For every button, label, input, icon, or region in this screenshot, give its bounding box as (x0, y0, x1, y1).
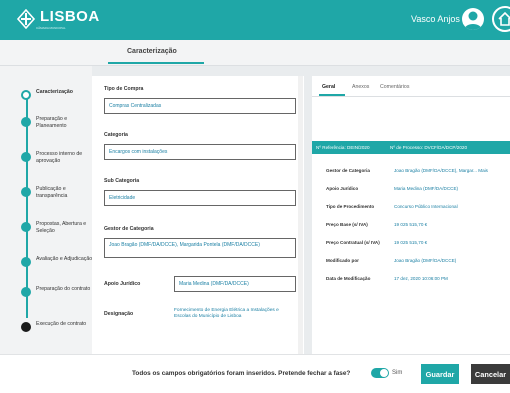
step-label: Processo interno de aprovação (36, 151, 83, 164)
step-label: Publicação e transparência (36, 186, 68, 199)
info-value: Concurso Público Internacional (394, 204, 458, 209)
categoria-label: Categoria (104, 132, 128, 138)
step-label: Avaliação e Adjudicação (36, 256, 93, 262)
phase-stepper: Caracterização Preparação e Planeamento … (0, 66, 92, 366)
gestor-field[interactable]: Joao Bragão (DMF/DA/DCCE), Margarida Pon… (104, 238, 296, 258)
step-label: Preparação do contrato (36, 286, 91, 292)
tab-anexos[interactable]: Anexos (352, 84, 369, 90)
step-label: Propostas, Abertura e Seleção (36, 221, 87, 234)
step-dot (21, 287, 31, 297)
tab-comentarios[interactable]: Comentários (380, 84, 409, 90)
step-dot (21, 152, 31, 162)
toggle-label: Sim (392, 370, 403, 376)
step-dot (21, 222, 31, 232)
apoio-juridico-label: Apoio Jurídico (104, 281, 141, 287)
step-label: Caracterização (36, 89, 73, 95)
info-value[interactable]: Joao Bragão (DMF/DA/DCCE), Margar... Mai… (394, 168, 488, 173)
info-row-apoio: Apoio Jurídico Maria Medina (DMF/DA/DCCE… (326, 186, 510, 196)
toggle-knob (380, 369, 388, 377)
step-publicacao[interactable]: Publicação e transparência (21, 186, 93, 200)
info-key: Tipo de Procedimento (326, 204, 375, 209)
tabs-divider (312, 96, 510, 97)
close-phase-toggle[interactable] (371, 368, 389, 378)
lisboa-logo-icon (16, 9, 36, 29)
info-value: 19 025 515,70 € (394, 240, 428, 245)
info-row-preco-contratual: Preço Contratual (s/ IVA) 19 025 515,70 … (326, 240, 510, 250)
info-key: Preço Base (s/ IVA) (326, 222, 368, 227)
info-value: Maria Medina (DMF/DA/DCCE) (394, 186, 459, 191)
logo-subtext: CÂMARA MUNICIPAL (36, 26, 66, 30)
tipo-compra-label: Tipo de Compra (104, 86, 144, 92)
characterization-form: Tipo de Compra Compras Centralizadas Cat… (92, 76, 304, 354)
info-row-modificado: Modificado por Joao Bragão (DMF/DA/DCCE) (326, 258, 510, 268)
cancel-button[interactable]: Cancelar (471, 364, 510, 384)
reference-number: Nº Referência: DEIN/2020 (316, 145, 370, 150)
info-row-tipo: Tipo de Procedimento Concurso Público In… (326, 204, 510, 214)
step-dot-active (21, 90, 31, 100)
info-value: Joao Bragão (DMF/DA/DCCE) (394, 258, 457, 263)
info-value: 19 025 515,70 € (394, 222, 428, 227)
step-label: Execução de contrato (36, 321, 87, 327)
step-dot (21, 322, 31, 332)
step-execucao[interactable]: Execução de contrato (21, 321, 93, 332)
stage-title[interactable]: Caracterização (127, 48, 177, 55)
reference-bar: Nº Referência: DEIN/2020 Nº de Processo:… (312, 141, 510, 154)
info-key: Preço Contratual (s/ IVA) (326, 240, 380, 245)
info-key: Apoio Jurídico (326, 186, 359, 191)
info-key: Modificado por (326, 258, 359, 263)
tipo-compra-field[interactable]: Compras Centralizadas (104, 98, 296, 114)
user-avatar[interactable] (462, 8, 484, 30)
info-row-data: Data de Modificação 17 dez, 2020 10:06:0… (326, 276, 510, 286)
lisboa-logo[interactable]: LISBOA CÂMARA MUNICIPAL (16, 8, 100, 30)
stage-bar: Caracterização (0, 40, 510, 66)
close-phase-message: Todos os campos obrigatórios foram inser… (132, 370, 351, 377)
info-value: 17 dez, 2020 10:06:00 PM (394, 276, 448, 281)
step-caracterizacao[interactable]: Caracterização (21, 89, 93, 100)
step-processo-interno[interactable]: Processo interno de aprovação (21, 151, 93, 165)
action-footer: Todos os campos obrigatórios foram inser… (0, 354, 510, 393)
stage-title-underline (108, 62, 204, 64)
sub-categoria-field[interactable]: Eletricidade (104, 190, 296, 206)
designacao-label: Designação (104, 311, 134, 317)
info-key: Data de Modificação (326, 276, 371, 281)
info-row-gestor: Gestor de Categoria Joao Bragão (DMF/DA/… (326, 168, 510, 178)
info-key: Gestor de Categoria (326, 168, 370, 173)
step-dot (21, 187, 31, 197)
designacao-value: Fornecimento de Energia Elétrica a Insta… (174, 308, 279, 319)
step-propostas[interactable]: Propostas, Abertura e Seleção (21, 221, 93, 235)
apoio-juridico-field[interactable]: Maria Medina (DMF/DA/DCCE) (174, 276, 296, 292)
step-dot (21, 117, 31, 127)
home-icon (498, 11, 510, 26)
user-avatar-icon (464, 11, 482, 30)
step-avaliacao[interactable]: Avaliação e Adjudicação (21, 256, 93, 267)
logo-text: LISBOA (40, 8, 100, 25)
process-number: Nº de Processo: DVCF/DA/DCP/2020 (390, 145, 467, 150)
step-preparacao-contrato[interactable]: Preparação do contrato (21, 286, 93, 297)
form-scrollbar[interactable] (298, 76, 303, 354)
user-name[interactable]: Vasco Anjos | (411, 14, 465, 24)
info-row-preco-base: Preço Base (s/ IVA) 19 025 515,70 € (326, 222, 510, 232)
details-panel: Geral Anexos Comentários Nº Referência: … (312, 76, 510, 354)
save-button[interactable]: Guardar (421, 364, 459, 384)
step-preparacao-planeamento[interactable]: Preparação e Planeamento (21, 116, 93, 130)
sub-categoria-label: Sub Categoria (104, 178, 140, 184)
categoria-field[interactable]: Encargos com instalações (104, 144, 296, 160)
home-button[interactable] (492, 6, 510, 32)
step-dot (21, 257, 31, 267)
tab-geral[interactable]: Geral (322, 84, 335, 90)
app-header: LISBOA CÂMARA MUNICIPAL Vasco Anjos | (0, 0, 510, 40)
step-label: Preparação e Planeamento (36, 116, 68, 129)
gestor-label: Gestor de Categoria (104, 226, 154, 232)
